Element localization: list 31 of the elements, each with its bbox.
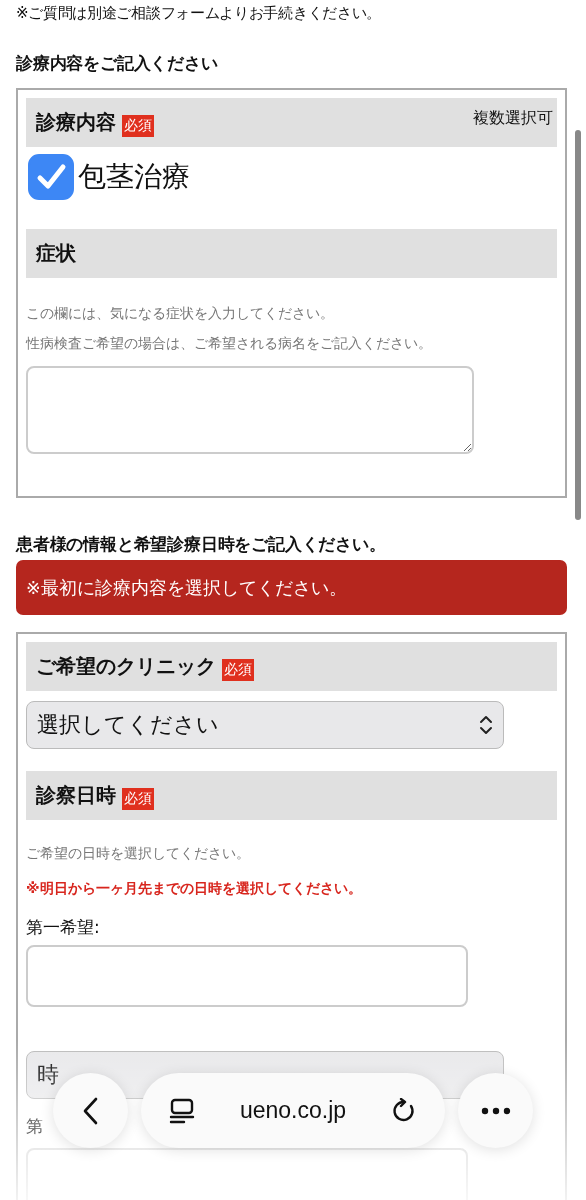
address-bar[interactable]: ueno.co.jp	[141, 1073, 445, 1148]
clinic-select[interactable]: 選択してください	[26, 701, 504, 749]
hint-text: ご希望の日時を選択してください。	[26, 844, 251, 863]
section-heading: 診療内容をご記入ください	[16, 53, 219, 75]
warning-text: ※明日から一ヶ月先までの日時を選択してください。	[26, 880, 363, 898]
date-field[interactable]	[26, 1148, 468, 1200]
required-badge: 必須	[122, 787, 154, 810]
field-title: 診察日時	[36, 782, 116, 809]
field-note: 複数選択可	[473, 108, 553, 129]
field-title: 症状	[36, 240, 76, 267]
date-field[interactable]	[26, 945, 468, 1007]
option-label: 包茎治療	[78, 159, 190, 195]
more-icon	[480, 1106, 511, 1115]
required-badge: 必須	[122, 114, 154, 137]
notice-text: ※ご質問は別途ご相談フォームよりお手続きください。	[16, 3, 383, 24]
url-text[interactable]: ueno.co.jp	[215, 1097, 371, 1124]
field-title: ご希望のクリニック	[36, 653, 216, 680]
field-title: 診療内容	[36, 109, 116, 136]
chevron-icon	[479, 714, 493, 736]
scrollbar[interactable]	[575, 130, 581, 520]
symptoms-field[interactable]	[26, 366, 474, 454]
hint-text: この欄には、気になる症状を入力してください。	[26, 304, 335, 323]
field-label: 第一希望:	[26, 916, 101, 939]
checkbox[interactable]	[28, 154, 74, 200]
field-label: 第	[26, 1115, 44, 1138]
hint-text: 性病検査ご希望の場合は、ご希望される病名をご記入ください。	[26, 334, 433, 353]
section-heading: 患者様の情報と希望診療日時をご記入ください。	[16, 534, 387, 556]
page-menu-icon[interactable]	[169, 1097, 195, 1124]
reload-icon[interactable]	[391, 1097, 417, 1124]
required-badge: 必須	[222, 658, 254, 681]
alert-text: ※最初に診療内容を選択してください。	[26, 576, 347, 600]
